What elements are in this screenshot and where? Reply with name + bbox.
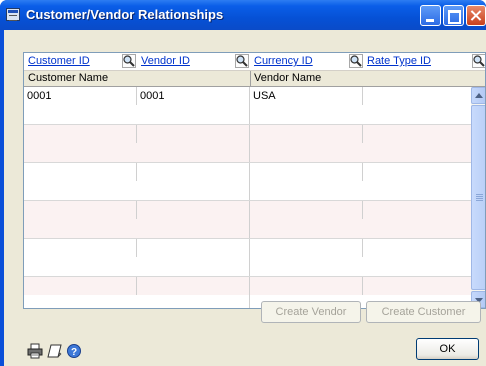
customer-id-cell[interactable] xyxy=(24,125,137,143)
window-title: Customer/Vendor Relationships xyxy=(26,7,224,22)
relationships-grid: Customer ID Vendor ID Currency ID Rate T… xyxy=(23,52,486,309)
vendor-id-cell[interactable] xyxy=(137,277,250,295)
customer-name-cell[interactable] xyxy=(24,219,250,238)
scroll-thumb[interactable] xyxy=(471,105,485,290)
table-row[interactable] xyxy=(24,277,471,296)
customer-name-header: Customer Name xyxy=(28,72,109,84)
rate-type-id-cell[interactable] xyxy=(363,125,471,143)
vendor-name-cell[interactable] xyxy=(250,181,471,200)
grid-header-row-2: Customer Name Vendor Name xyxy=(24,71,485,87)
printer-icon[interactable] xyxy=(27,343,43,359)
table-row[interactable] xyxy=(24,163,471,182)
create-vendor-button[interactable]: Create Vendor xyxy=(261,301,361,323)
note-icon[interactable] xyxy=(47,343,63,359)
vendor-name-cell[interactable] xyxy=(250,105,471,124)
vendor-name-header: Vendor Name xyxy=(254,72,322,84)
customer-name-cell[interactable] xyxy=(24,143,250,162)
ok-button[interactable]: OK xyxy=(416,338,479,360)
dialog-window: Customer/Vendor Relationships Customer I… xyxy=(0,0,486,366)
currency-id-lookup-icon[interactable] xyxy=(349,54,363,68)
vendor-name-cell[interactable] xyxy=(250,257,471,276)
table-row[interactable] xyxy=(24,201,471,220)
grip-line xyxy=(476,198,483,199)
table-row-detail[interactable] xyxy=(24,105,471,125)
minimize-button[interactable] xyxy=(420,5,441,26)
customer-name-cell[interactable] xyxy=(24,257,250,276)
vendor-id-header-link[interactable]: Vendor ID xyxy=(141,55,190,70)
currency-id-cell[interactable]: USA xyxy=(250,87,363,105)
currency-id-cell[interactable] xyxy=(250,163,363,181)
currency-id-cell[interactable] xyxy=(250,239,363,257)
customer-id-cell[interactable] xyxy=(24,277,137,295)
currency-id-cell[interactable] xyxy=(250,277,363,295)
customer-id-lookup-icon[interactable] xyxy=(122,54,136,68)
grid-header-row-1: Customer ID Vendor ID Currency ID Rate T… xyxy=(24,53,486,71)
rate-type-id-header-link[interactable]: Rate Type ID xyxy=(367,55,431,70)
vendor-id-cell[interactable] xyxy=(137,163,250,181)
table-row-detail[interactable] xyxy=(24,219,471,239)
currency-id-cell[interactable] xyxy=(250,201,363,219)
table-row[interactable] xyxy=(24,125,471,144)
grid-rows: 0001 0001 USA xyxy=(24,87,471,308)
customer-id-cell[interactable] xyxy=(24,239,137,257)
currency-id-cell[interactable] xyxy=(250,125,363,143)
chevron-up-icon xyxy=(475,93,483,98)
rate-type-id-cell[interactable] xyxy=(363,239,471,257)
table-row[interactable] xyxy=(24,239,471,258)
grip-line xyxy=(476,200,483,201)
table-row[interactable]: 0001 0001 USA xyxy=(24,87,471,106)
title-bar[interactable]: Customer/Vendor Relationships xyxy=(0,0,486,30)
table-row-detail[interactable] xyxy=(24,257,471,277)
header-divider xyxy=(250,71,251,87)
rate-type-id-cell[interactable] xyxy=(363,277,471,295)
vendor-id-cell[interactable]: 0001 xyxy=(137,87,250,105)
rate-type-id-cell[interactable] xyxy=(363,201,471,219)
customer-name-cell[interactable] xyxy=(24,295,250,308)
scroll-up-button[interactable] xyxy=(471,87,485,104)
customer-id-header-link[interactable]: Customer ID xyxy=(28,55,90,70)
vendor-name-cell[interactable] xyxy=(250,219,471,238)
maximize-button[interactable] xyxy=(443,5,464,26)
customer-name-cell[interactable] xyxy=(24,105,250,124)
vendor-id-cell[interactable] xyxy=(137,201,250,219)
grip-line xyxy=(476,194,483,195)
customer-id-cell[interactable] xyxy=(24,163,137,181)
dialog-body: Customer ID Vendor ID Currency ID Rate T… xyxy=(4,30,486,366)
table-row-detail[interactable] xyxy=(24,181,471,201)
rate-type-id-cell[interactable] xyxy=(363,87,471,105)
vendor-id-cell[interactable] xyxy=(137,125,250,143)
rate-type-id-cell[interactable] xyxy=(363,163,471,181)
customer-id-cell[interactable] xyxy=(24,201,137,219)
svg-text:?: ? xyxy=(71,347,77,358)
vendor-id-cell[interactable] xyxy=(137,239,250,257)
close-button[interactable] xyxy=(466,5,486,26)
currency-id-header-link[interactable]: Currency ID xyxy=(254,55,313,70)
window-app-icon xyxy=(6,8,20,21)
help-icon[interactable]: ? xyxy=(66,343,82,359)
customer-id-cell[interactable]: 0001 xyxy=(24,87,137,105)
grid-vertical-scrollbar[interactable] xyxy=(471,87,485,308)
vendor-name-cell[interactable] xyxy=(250,143,471,162)
vendor-id-lookup-icon[interactable] xyxy=(235,54,249,68)
table-row-detail[interactable] xyxy=(24,143,471,163)
customer-name-cell[interactable] xyxy=(24,181,250,200)
rate-type-id-lookup-icon[interactable] xyxy=(472,54,486,68)
create-customer-button[interactable]: Create Customer xyxy=(366,301,481,323)
grip-line xyxy=(476,196,483,197)
